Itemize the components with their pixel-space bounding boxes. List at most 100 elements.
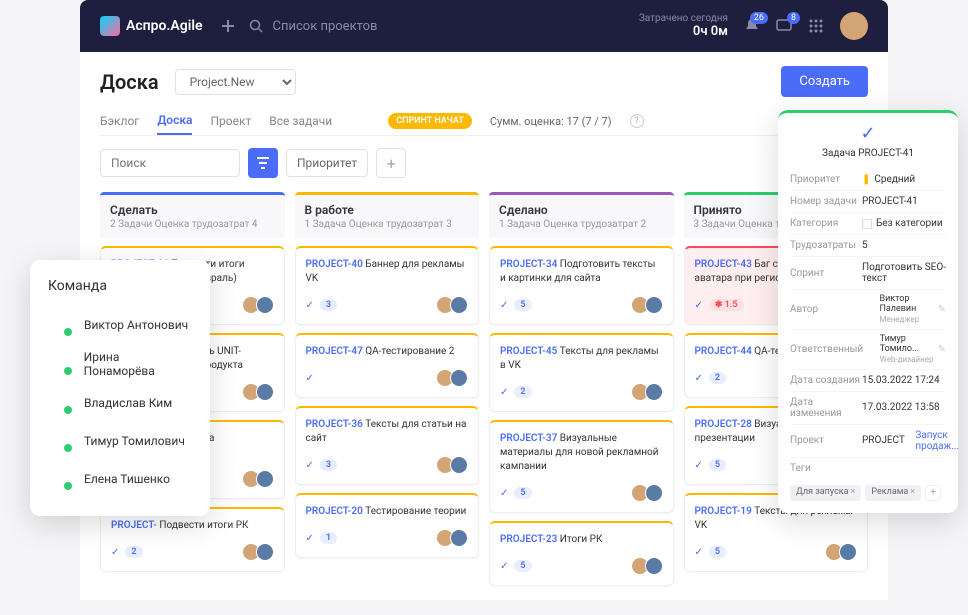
task-card[interactable]: PROJECT- Подвести итоги РК ✓2	[100, 507, 285, 572]
user-avatar[interactable]	[840, 12, 868, 40]
card-key: PROJECT-37	[500, 433, 557, 444]
card-status: ✓5	[500, 487, 532, 499]
task-card[interactable]: PROJECT-40 Баннер для рекламы VK ✓3	[295, 246, 480, 325]
task-card[interactable]: PROJECT-34 Подготовить тексты и картинки…	[489, 246, 674, 325]
effort-badge: 3	[320, 459, 337, 471]
task-card[interactable]: PROJECT-23 Итоги РК ✓5	[489, 521, 674, 586]
column-title: Сделано	[499, 203, 664, 217]
search-icon[interactable]	[249, 19, 263, 33]
effort-badge: 5	[514, 299, 531, 311]
priority-select[interactable]: Приоритет	[286, 149, 368, 177]
card-title: PROJECT-37 Визуальные материалы для ново…	[500, 432, 663, 474]
task-detail-panel: ✓ Задача PROJECT-41 Приоритет ❚Средний Н…	[778, 110, 958, 513]
assignees	[242, 470, 274, 488]
effort-badge: 3	[320, 299, 337, 311]
team-member[interactable]: Виктор Антонович	[48, 306, 192, 344]
detail-project: Проект PROJECT Запуск продаж...	[790, 425, 946, 458]
effort-badge: 5	[514, 560, 531, 572]
card-key: PROJECT-28	[695, 419, 752, 430]
task-card[interactable]: PROJECT-47 QA-тестирование 2 ✓	[295, 333, 480, 398]
check-icon: ✓	[306, 373, 314, 384]
remove-tag-icon[interactable]: ×	[910, 487, 915, 497]
project-link[interactable]: Запуск продаж...	[915, 430, 959, 452]
tab-board[interactable]: Доска	[157, 107, 192, 135]
check-icon: ✓	[695, 460, 703, 471]
team-member[interactable]: Владислав Ким	[48, 384, 192, 422]
help-icon[interactable]: ?	[630, 114, 644, 128]
card-key: PROJECT-40	[306, 259, 363, 270]
assignees	[825, 543, 857, 561]
card-key: PROJECT-44	[695, 346, 752, 357]
card-title: PROJECT-23 Итоги РК	[500, 533, 663, 547]
column-title: В работе	[305, 203, 470, 217]
card-key: PROJECT-45	[500, 346, 557, 357]
add-icon[interactable]	[221, 19, 235, 33]
logo[interactable]: Аспро.Agile	[100, 16, 203, 36]
task-card[interactable]: PROJECT-20 Тестирование теории ✓1	[295, 493, 480, 558]
card-key: PROJECT-23	[500, 534, 557, 545]
avatar-icon	[48, 390, 74, 416]
topbar: Аспро.Agile Список проектов Затрачено се…	[80, 0, 888, 52]
add-tag-button[interactable]: +	[925, 485, 941, 501]
check-icon: ✓	[788, 123, 948, 144]
assignees	[631, 296, 663, 314]
avatar-icon	[256, 383, 274, 401]
effort-badge: 5	[709, 546, 726, 558]
check-icon: ✓	[306, 533, 314, 544]
estimate-label: Сумм. оценка: 17 (7 / 7)	[490, 115, 612, 128]
detail-sprint: Спринт Подготовить SEO-текст	[790, 257, 946, 290]
sprint-badge: СПРИНТ НАЧАТ	[388, 113, 472, 129]
create-button[interactable]: Создать	[781, 66, 868, 97]
tab-all-tasks[interactable]: Все задачи	[269, 108, 332, 134]
tab-project[interactable]: Проект	[210, 108, 251, 134]
column-header: Сделано 1 Задача Оценка трудозатрат 2	[489, 192, 674, 238]
avatar-icon	[48, 312, 74, 338]
check-icon: ✓	[111, 547, 119, 558]
detail-header: ✓ Задача PROJECT-41	[778, 110, 958, 169]
team-member[interactable]: Тимур Томилович	[48, 422, 192, 460]
task-card[interactable]: PROJECT-45 Тексты для рекламы в VK ✓2	[489, 333, 674, 412]
project-select[interactable]: Project.New	[175, 69, 296, 95]
card-status: ✓5	[500, 560, 532, 572]
assignees	[436, 296, 468, 314]
effort-badge: ✱ 1.5	[709, 299, 744, 311]
detail-created: Дата создания 15.03.2022 17:24	[790, 370, 946, 392]
apps-icon[interactable]	[808, 18, 824, 34]
team-member[interactable]: Елена Тишенко	[48, 460, 192, 498]
tag[interactable]: Реклама×	[865, 485, 921, 501]
filter-button[interactable]	[248, 148, 278, 178]
task-card[interactable]: PROJECT-36 Тексты для статьи на сайт ✓3	[295, 406, 480, 485]
card-key: PROJECT-20	[306, 506, 363, 517]
page-title: Доска	[100, 70, 159, 94]
assignees	[242, 543, 274, 561]
remove-tag-icon[interactable]: ×	[851, 487, 856, 497]
avatar-icon	[839, 543, 857, 561]
assignees	[631, 557, 663, 575]
column-title: Сделать	[110, 203, 275, 217]
assignees	[436, 369, 468, 387]
column-header: В работе 1 Задача Оценка трудозатрат 3	[295, 192, 480, 238]
avatar-icon	[862, 341, 876, 357]
tab-backlog[interactable]: Бэклог	[100, 108, 139, 134]
detail-title: Задача PROJECT-41	[788, 148, 948, 159]
tag[interactable]: Для запуска×	[790, 485, 861, 501]
task-card[interactable]: PROJECT-37 Визуальные материалы для ново…	[489, 420, 674, 513]
card-key: PROJECT-47	[306, 346, 363, 357]
edit-icon[interactable]: ✎	[938, 344, 946, 355]
msg-badge: 8	[787, 12, 800, 24]
team-member[interactable]: Ирина Понаморёва	[48, 344, 192, 384]
card-title: PROJECT-47 QA-тестирование 2	[306, 345, 469, 359]
logo-icon	[100, 16, 120, 36]
column-subtitle: 1 Задача Оценка трудозатрат 3	[305, 219, 470, 230]
notifications-icon[interactable]: 26	[744, 18, 760, 34]
messages-icon[interactable]: 8	[776, 18, 792, 34]
card-status: ✓2	[695, 372, 727, 384]
search-input[interactable]	[100, 149, 240, 177]
category-color-icon	[862, 219, 872, 229]
notif-badge: 26	[750, 12, 768, 24]
projects-link[interactable]: Список проектов	[273, 19, 378, 34]
brand-name: Аспро.Agile	[126, 18, 203, 34]
detail-effort: Трудозатраты 5	[790, 235, 946, 257]
add-column-button[interactable]: +	[376, 148, 406, 178]
edit-icon[interactable]: ✎	[938, 304, 946, 315]
